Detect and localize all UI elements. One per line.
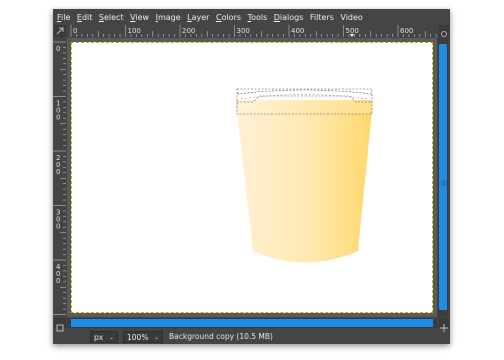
zoom-value: 100% — [127, 332, 149, 342]
ruler-label: 0 — [56, 223, 60, 231]
menu-view-label: iew — [135, 12, 150, 22]
ruler-label: 300 — [237, 27, 250, 35]
menu-filters-label: Filters — [309, 12, 334, 22]
layer-info-text: Background copy (10.5 MB) — [169, 332, 273, 341]
quick-mask-corner-button[interactable] — [54, 25, 66, 37]
unit-value: px — [94, 332, 104, 342]
vertical-ruler[interactable]: 0100200300400 — [53, 38, 66, 317]
cup-body — [237, 111, 372, 263]
cup-image — [236, 88, 373, 263]
horizontal-scrollbar-thumb[interactable] — [71, 319, 433, 327]
menu-select[interactable]: Select — [99, 13, 124, 22]
statusbar: px ⌄ 100% ⌄ Background copy (10.5 MB) — [53, 329, 450, 344]
menu-layer[interactable]: Layer — [187, 13, 209, 22]
image-window: File Edit Select View Image Layer Colors… — [53, 9, 450, 344]
zoom-follow-button[interactable] — [439, 25, 449, 37]
ruler-label: 0 — [56, 114, 60, 122]
ruler-label: 0 — [73, 27, 77, 35]
ruler-label: 200 — [182, 27, 195, 35]
cup-rim — [236, 100, 372, 114]
ruler-label: 400 — [291, 27, 304, 35]
ruler-label: 500 — [346, 27, 359, 35]
quick-mask-toggle[interactable] — [54, 318, 66, 332]
menu-dialogs[interactable]: Dialogs — [274, 13, 304, 22]
menu-colors[interactable]: Colors — [216, 13, 241, 22]
zoom-selector[interactable]: 100% ⌄ — [123, 331, 163, 343]
menubar: File Edit Select View Image Layer Colors… — [53, 9, 450, 25]
pointer-marker-icon — [350, 34, 354, 37]
menu-image-label: mage — [157, 12, 181, 22]
menu-filters[interactable]: Filters — [310, 13, 334, 22]
menu-edit[interactable]: Edit — [77, 13, 93, 22]
ruler-label: 0 — [56, 45, 60, 53]
menu-video-label: Video — [340, 12, 363, 22]
menu-file-label: ile — [61, 12, 71, 22]
menu-tools[interactable]: Tools — [248, 13, 268, 22]
menu-layer-label: ayer — [191, 12, 210, 22]
vertical-scrollbar-thumb[interactable] — [439, 44, 447, 310]
ruler-label: 600 — [400, 27, 413, 35]
menu-dialogs-label: ialogs — [279, 12, 304, 22]
menu-file[interactable]: File — [57, 13, 70, 22]
chevron-down-icon: ⌄ — [108, 333, 114, 341]
grip-icon — [441, 180, 447, 186]
menu-colors-label: olors — [221, 12, 242, 22]
canvas-area[interactable] — [67, 38, 437, 317]
menu-view[interactable]: View — [130, 13, 149, 22]
horizontal-scrollbar[interactable] — [67, 318, 437, 328]
arrow-corner-icon — [56, 27, 64, 35]
navigate-button[interactable] — [439, 318, 449, 332]
chevron-down-icon: ⌄ — [153, 333, 159, 341]
menu-select-label: elect — [103, 12, 124, 22]
bottom-scroll-row — [53, 318, 450, 332]
menu-image[interactable]: Image — [156, 13, 181, 22]
vertical-scrollbar[interactable] — [438, 38, 448, 317]
unit-selector[interactable]: px ⌄ — [90, 331, 118, 343]
menu-edit-label: dit — [81, 12, 93, 22]
menu-video[interactable]: Video — [340, 13, 362, 22]
ruler-label: 0 — [56, 277, 60, 285]
ruler-label: 100 — [128, 27, 141, 35]
menu-tools-label: ools — [251, 12, 268, 22]
ruler-label: 0 — [56, 168, 60, 176]
horizontal-ruler[interactable]: 0 100 200 300 400 500 600 — [67, 25, 437, 37]
